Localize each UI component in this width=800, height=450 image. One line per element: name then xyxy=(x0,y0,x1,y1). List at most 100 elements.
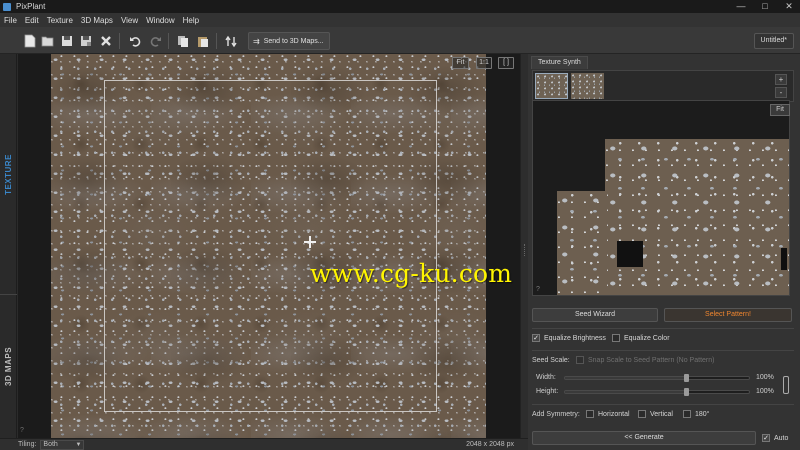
select-pattern-button[interactable]: Select Pattern! xyxy=(664,308,792,322)
status-bar: Tiling: Both ▼ 2048 x 2048 px xyxy=(0,438,528,450)
redo-icon[interactable] xyxy=(147,33,163,49)
chevron-down-icon: ▼ xyxy=(75,441,82,448)
horizontal-symmetry-checkbox[interactable]: Horizontal xyxy=(586,410,630,418)
width-label: Width: xyxy=(536,374,556,381)
fit-view-button[interactable]: Fit xyxy=(452,57,469,69)
app-icon xyxy=(3,2,11,11)
height-label: Height: xyxy=(536,388,559,395)
equalize-brightness-checkbox[interactable]: ✓ Equalize Brightness xyxy=(532,334,606,342)
open-folder-icon[interactable] xyxy=(40,33,56,49)
vertical-label: Vertical xyxy=(650,410,673,418)
seed-scale-label: Seed Scale: xyxy=(532,357,570,364)
height-slider-fill xyxy=(565,391,687,393)
checkmark-icon: ✓ xyxy=(532,334,540,342)
tiling-label: Tiling: xyxy=(18,441,37,448)
menu-help[interactable]: Help xyxy=(183,16,199,25)
width-slider[interactable] xyxy=(564,374,750,382)
seed-thumbnail[interactable] xyxy=(571,73,604,99)
height-slider-handle[interactable] xyxy=(684,388,690,396)
height-slider[interactable] xyxy=(564,388,750,396)
seed-thumbnail-strip: + - xyxy=(532,70,794,102)
equalize-brightness-label: Equalize Brightness xyxy=(544,334,606,342)
new-file-icon[interactable] xyxy=(22,33,38,49)
link-aspect-icon[interactable] xyxy=(783,376,789,394)
menu-file[interactable]: File xyxy=(4,16,17,25)
document-name-tab[interactable]: Untitled* xyxy=(753,33,794,49)
auto-generate-checkbox[interactable]: ✓ Auto xyxy=(762,434,788,442)
viewport-help-icon[interactable]: ? xyxy=(20,427,24,434)
divider xyxy=(532,350,794,351)
preview-empty xyxy=(617,241,643,267)
width-slider-fill xyxy=(565,377,687,379)
rotate-180-symmetry-checkbox[interactable]: 180° xyxy=(683,410,709,418)
auto-label: Auto xyxy=(774,434,789,442)
preview-texture xyxy=(557,191,607,295)
checkbox-box xyxy=(612,334,620,342)
toolbar-separator xyxy=(216,33,217,49)
toolbar-separator xyxy=(168,33,169,49)
close-button[interactable]: ✕ xyxy=(782,1,796,11)
actual-size-button[interactable]: 1:1 xyxy=(476,57,492,69)
menu-texture[interactable]: Texture xyxy=(47,16,73,25)
menu-3d-maps[interactable]: 3D Maps xyxy=(81,16,113,25)
fullscreen-button[interactable]: [ ] xyxy=(498,57,514,69)
panel-splitter[interactable] xyxy=(520,54,528,438)
copy-icon[interactable] xyxy=(175,33,191,49)
remove-seed-button[interactable]: - xyxy=(775,87,787,98)
send-arrows-icon: ⇉ xyxy=(253,36,260,46)
window-title: PixPlant xyxy=(16,2,46,11)
tiling-dropdown[interactable]: Both ▼ xyxy=(40,439,85,450)
splitter-grip[interactable] xyxy=(524,244,526,256)
snap-scale-checkbox[interactable]: Snap Scale to Seed Pattern (No Pattern) xyxy=(576,356,714,364)
texture-viewport[interactable]: Fit 1:1 [ ] www.cg-ku.com ? xyxy=(18,54,520,438)
watermark-text: www.cg-ku.com xyxy=(310,259,513,288)
tab-3d-maps[interactable]: 3D MAPS xyxy=(0,294,17,438)
toolbar: ⇉ Send to 3D Maps... Untitled* xyxy=(0,27,800,54)
toolbar-separator xyxy=(119,33,120,49)
maximize-button[interactable]: □ xyxy=(758,1,772,11)
divider xyxy=(532,404,794,405)
move-cursor-icon xyxy=(304,236,316,248)
swap-arrows-icon[interactable] xyxy=(223,33,239,49)
divider xyxy=(532,328,794,329)
equalize-color-label: Equalize Color xyxy=(624,334,670,342)
tile-boundary-frame xyxy=(104,80,437,412)
left-tab-strip: TEXTURE 3D MAPS xyxy=(0,54,17,438)
generate-button[interactable]: << Generate xyxy=(532,431,756,445)
tab-texture-synth[interactable]: Texture Synth xyxy=(531,56,588,69)
menu-bar: File Edit Texture 3D Maps View Window He… xyxy=(0,13,800,27)
checkbox-box xyxy=(586,410,594,418)
save-as-icon[interactable] xyxy=(78,33,94,49)
tab-texture[interactable]: TEXTURE xyxy=(0,114,17,234)
width-slider-handle[interactable] xyxy=(684,374,690,382)
synth-preview[interactable] xyxy=(532,100,790,296)
checkbox-box xyxy=(638,410,646,418)
width-value: 100% xyxy=(756,374,774,381)
tiling-value: Both xyxy=(43,440,58,448)
save-icon[interactable] xyxy=(59,33,75,49)
equalize-color-checkbox[interactable]: Equalize Color xyxy=(612,334,670,342)
send-to-3d-maps-button[interactable]: ⇉ Send to 3D Maps... xyxy=(248,32,330,50)
undo-icon[interactable] xyxy=(127,33,143,49)
seed-wizard-button[interactable]: Seed Wizard xyxy=(532,308,658,322)
preview-texture xyxy=(605,139,789,295)
menu-window[interactable]: Window xyxy=(146,16,174,25)
texture-synth-panel: Texture Synth + - Fit ? Seed Wizard Sele… xyxy=(528,54,800,450)
minimize-button[interactable]: — xyxy=(734,1,748,11)
close-document-icon[interactable] xyxy=(98,33,114,49)
menu-edit[interactable]: Edit xyxy=(25,16,39,25)
tab-texture-label: TEXTURE xyxy=(4,153,13,195)
menu-view[interactable]: View xyxy=(121,16,138,25)
add-seed-button[interactable]: + xyxy=(775,74,787,85)
vertical-symmetry-checkbox[interactable]: Vertical xyxy=(638,410,673,418)
window-controls: — □ ✕ xyxy=(734,1,796,11)
texture-canvas[interactable] xyxy=(51,54,486,438)
send-to-3d-maps-label: Send to 3D Maps... xyxy=(263,37,324,45)
add-symmetry-label: Add Symmetry: xyxy=(532,411,580,418)
preview-fit-button[interactable]: Fit xyxy=(770,104,790,116)
paste-icon[interactable] xyxy=(195,33,211,49)
preview-help-icon[interactable]: ? xyxy=(536,286,540,293)
seed-thumbnail[interactable] xyxy=(535,73,568,99)
tab-3d-maps-label: 3D MAPS xyxy=(4,346,13,387)
horizontal-label: Horizontal xyxy=(598,410,630,418)
